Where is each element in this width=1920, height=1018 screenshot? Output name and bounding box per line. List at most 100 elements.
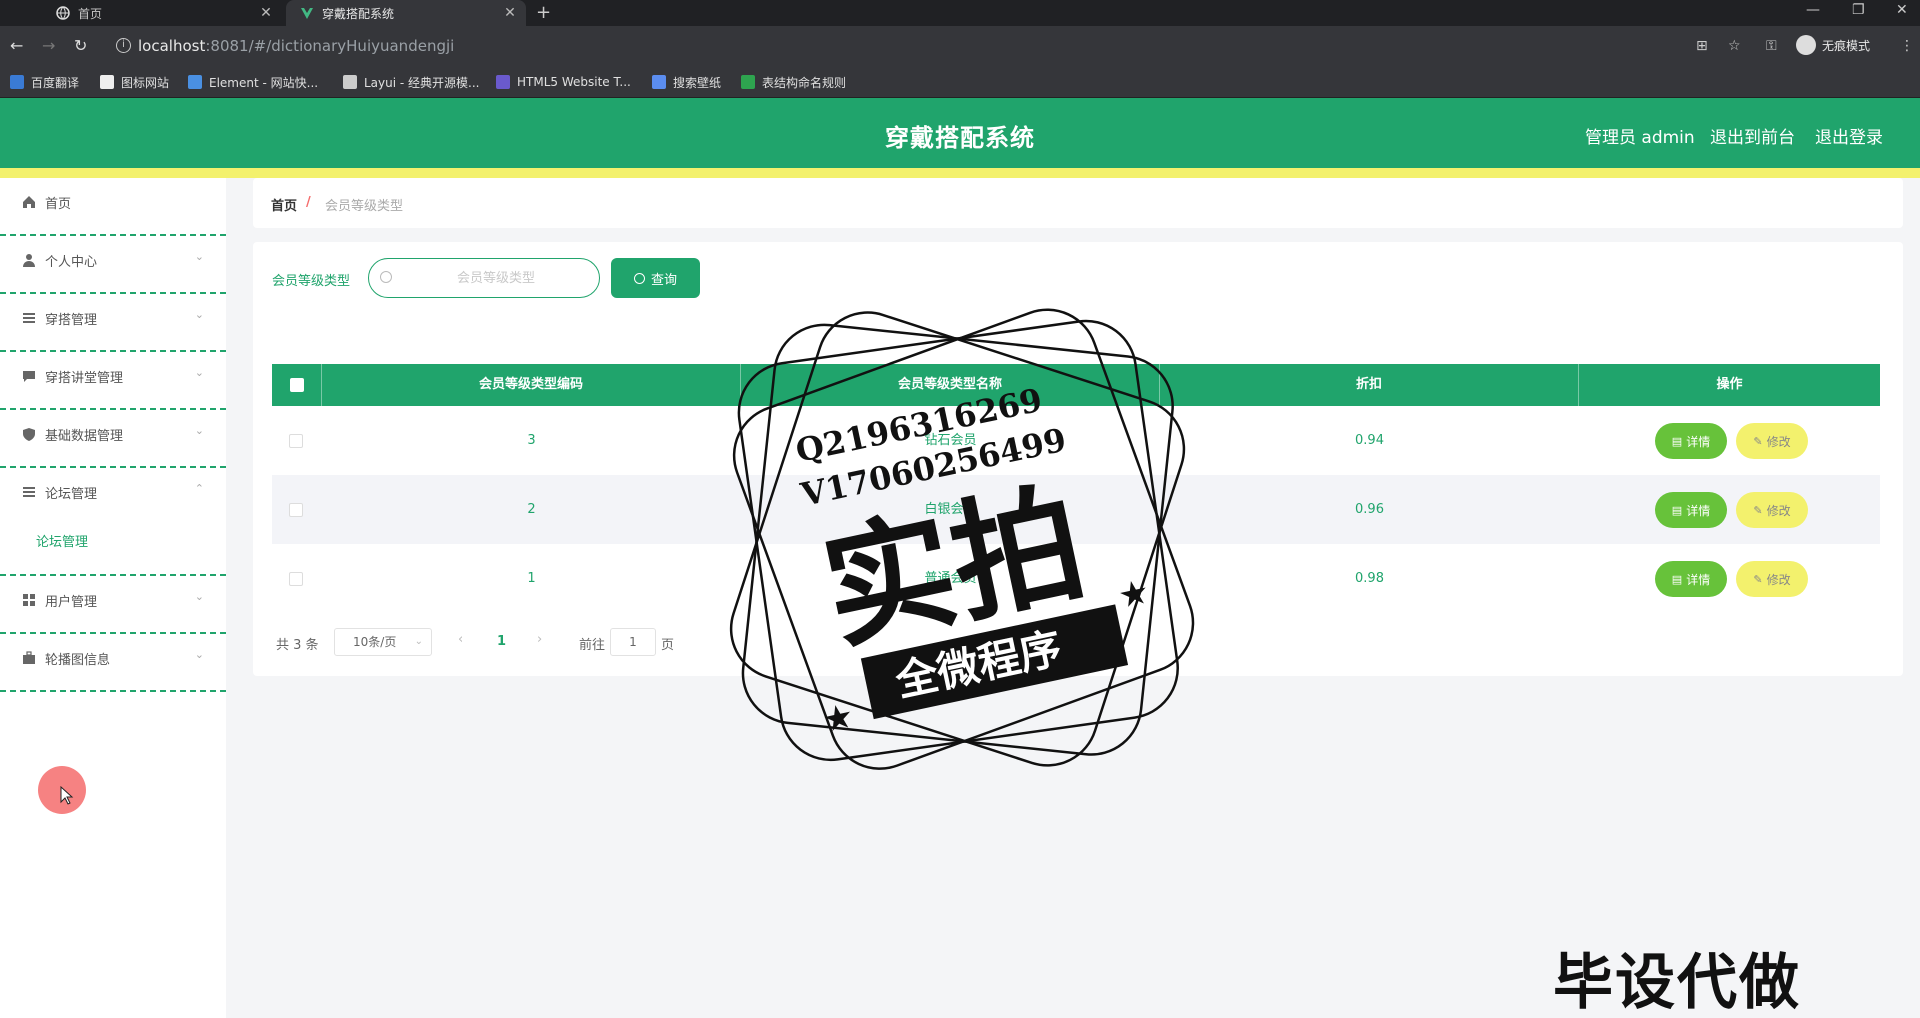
cell-code: 2 <box>527 502 536 517</box>
edit-icon: ✎ <box>1753 572 1763 586</box>
menu-icon <box>22 311 36 325</box>
chevron-down-icon: ⌄ <box>194 250 204 263</box>
edit-icon: ✎ <box>1753 434 1763 448</box>
translate-icon[interactable]: ⊞ <box>1696 38 1708 54</box>
sidebar-item-label: 个人中心 <box>45 255 98 270</box>
sidebar-subitem-forum[interactable]: 论坛管理 <box>36 531 88 550</box>
prev-page-icon[interactable]: ‹ <box>458 632 463 647</box>
chevron-down-icon: ⌄ <box>194 366 204 379</box>
sidebar-item-label: 穿搭管理 <box>45 313 98 328</box>
select-all-cell <box>272 364 322 406</box>
sidebar-item-basedata[interactable]: 基础数据管理 ⌄ <box>0 410 226 468</box>
close-icon[interactable]: ✕ <box>500 5 520 21</box>
row-checkbox[interactable] <box>289 434 303 448</box>
sidebar-item-label: 轮播图信息 <box>45 653 111 668</box>
exit-to-front-link[interactable]: 退出到前台 <box>1710 123 1795 148</box>
window-close-icon[interactable]: ✕ <box>1896 2 1908 18</box>
close-icon[interactable]: ✕ <box>256 5 276 21</box>
row-checkbox[interactable] <box>289 572 303 586</box>
incognito-icon <box>1796 35 1816 55</box>
restore-icon[interactable]: ❐ <box>1852 2 1865 18</box>
key-icon[interactable]: ⚿ <box>1766 38 1777 54</box>
chevron-down-icon: ⌄ <box>194 648 204 661</box>
bookmark-item[interactable]: 百度翻译 <box>10 72 79 92</box>
logout-link[interactable]: 退出登录 <box>1815 123 1883 148</box>
search-label: 会员等级类型 <box>272 274 351 289</box>
detail-button[interactable]: ▤ 详情 <box>1655 423 1727 459</box>
sidebar-item-home[interactable]: 首页 <box>0 178 226 236</box>
bookmark-item[interactable]: 表结构命名规则 <box>741 72 846 92</box>
sidebar-item-label: 基础数据管理 <box>45 429 124 444</box>
sidebar-item-outfit[interactable]: 穿搭管理 ⌄ <box>0 294 226 352</box>
sidebar-item-users[interactable]: 用户管理 ⌄ <box>0 576 226 634</box>
tab-label: 穿戴搭配系统 <box>322 6 395 21</box>
back-icon[interactable]: ← <box>10 37 23 55</box>
document-icon: ▤ <box>1671 434 1683 448</box>
new-tab-icon[interactable]: + <box>536 2 551 23</box>
address-bar[interactable]: localhost:8081/#/dictionaryHuiyuandengji <box>138 37 454 55</box>
chat-icon <box>22 369 36 383</box>
admin-label: 管理员 admin <box>1585 128 1695 148</box>
bookmark-item[interactable]: 图标网站 <box>100 72 169 92</box>
vue-logo-icon <box>300 6 314 20</box>
shield-icon <box>22 427 36 441</box>
sidebar-item-personal[interactable]: 个人中心 ⌄ <box>0 236 226 294</box>
detail-button-label: 详情 <box>1686 503 1711 518</box>
incognito-indicator[interactable]: 无痕模式 <box>1796 35 1870 55</box>
edit-button-label: 修改 <box>1766 572 1791 587</box>
current-page[interactable]: 1 <box>497 634 506 649</box>
sidebar-item-label: 穿搭讲堂管理 <box>45 371 124 386</box>
minimize-icon[interactable]: — <box>1806 2 1820 18</box>
briefcase-icon <box>22 651 36 665</box>
edit-icon: ✎ <box>1753 503 1763 517</box>
bookmark-item[interactable]: HTML5 Website T... <box>496 72 631 92</box>
goto-label: 前往 <box>579 638 606 653</box>
browser-tab-home[interactable]: 首页 ✕ <box>42 0 282 26</box>
search-button[interactable]: 查询 <box>611 258 700 298</box>
edit-button[interactable]: ✎ 修改 <box>1736 423 1808 459</box>
bookmark-item[interactable]: Layui - 经典开源模... <box>343 72 479 92</box>
browser-tab-app[interactable]: 穿戴搭配系统 ✕ <box>286 0 526 26</box>
sidebar-item-carousel[interactable]: 轮播图信息 ⌄ <box>0 634 226 692</box>
bookmark-label: Layui - 经典开源模... <box>364 75 480 90</box>
pagination-total: 共 3 条 <box>276 638 319 653</box>
cell-discount: 0.94 <box>1355 433 1384 448</box>
globe-icon <box>56 6 70 20</box>
chevron-down-icon: ⌄ <box>414 636 423 647</box>
row-checkbox[interactable] <box>289 503 303 517</box>
select-all-checkbox[interactable] <box>290 378 304 392</box>
bookmark-item[interactable]: Element - 网站快... <box>188 72 318 92</box>
detail-button[interactable]: ▤ 详情 <box>1655 561 1727 597</box>
forward-icon[interactable]: → <box>42 37 55 55</box>
sidebar-item-lecture[interactable]: 穿搭讲堂管理 ⌄ <box>0 352 226 410</box>
detail-button-label: 详情 <box>1686 572 1711 587</box>
detail-button[interactable]: ▤ 详情 <box>1655 492 1727 528</box>
breadcrumb-home[interactable]: 首页 <box>271 195 297 214</box>
document-icon: ▤ <box>1671 572 1683 586</box>
header-accent-stripe <box>0 168 1920 178</box>
edit-button[interactable]: ✎ 修改 <box>1736 492 1808 528</box>
reload-icon[interactable]: ↻ <box>74 37 87 55</box>
column-header: 会员等级类型编码 <box>322 364 741 406</box>
breadcrumb-current: 会员等级类型 <box>325 199 404 214</box>
next-page-icon[interactable]: › <box>537 632 542 647</box>
sidebar-item-label: 用户管理 <box>45 595 98 610</box>
tab-label: 首页 <box>78 6 103 21</box>
bookmark-label: 表结构命名规则 <box>762 75 847 90</box>
search-input[interactable] <box>368 258 600 298</box>
table-icon <box>741 75 755 89</box>
sidebar-item-forum[interactable]: 论坛管理 ⌃ 论坛管理 <box>0 468 226 576</box>
more-icon[interactable]: ⋮ <box>1900 38 1914 54</box>
cell-discount: 0.98 <box>1355 571 1384 586</box>
edit-button[interactable]: ✎ 修改 <box>1736 561 1808 597</box>
bookmark-label: HTML5 Website T... <box>517 75 631 89</box>
chevron-down-icon: ⌄ <box>194 424 204 437</box>
element-icon <box>188 75 202 89</box>
page-size-value: 10条/页 <box>353 635 397 649</box>
goto-page-input[interactable] <box>610 628 656 656</box>
star-icon[interactable]: ☆ <box>1728 38 1741 54</box>
info-icon[interactable]: i <box>116 38 131 53</box>
page-size-select[interactable]: 10条/页 ⌄ <box>334 628 432 656</box>
detail-button-label: 详情 <box>1686 434 1711 449</box>
bookmark-item[interactable]: 搜索壁纸 <box>652 72 721 92</box>
